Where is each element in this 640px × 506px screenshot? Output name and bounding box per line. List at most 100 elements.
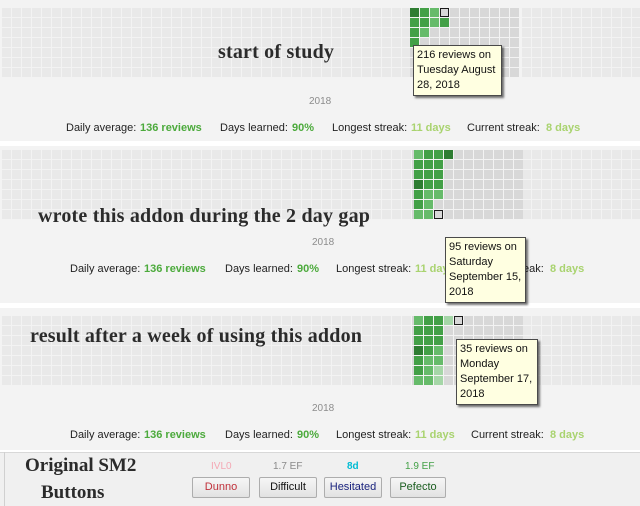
- heatmap-day-cell[interactable]: [474, 190, 483, 199]
- heatmap-day-cell[interactable]: [480, 28, 489, 37]
- heatmap-day-cell[interactable]: [514, 200, 523, 209]
- heatmap-day-cell[interactable]: [424, 336, 433, 345]
- heatmap-day-cell[interactable]: [484, 150, 493, 159]
- heatmap-day-cell[interactable]: [414, 200, 423, 209]
- heatmap-day-cell[interactable]: [444, 170, 453, 179]
- heatmap-day-cell[interactable]: [510, 8, 519, 17]
- heatmap-day-cell[interactable]: [504, 150, 513, 159]
- pefecto-button[interactable]: Pefecto: [390, 477, 446, 498]
- heatmap-day-cell[interactable]: [474, 316, 483, 325]
- heatmap-day-cell[interactable]: [460, 8, 469, 17]
- heatmap-day-cell[interactable]: [424, 346, 433, 355]
- heatmap-day-cell[interactable]: [504, 190, 513, 199]
- heatmap-day-cell[interactable]: [514, 170, 523, 179]
- heatmap-day-cell[interactable]: [490, 28, 499, 37]
- heatmap-day-cell[interactable]: [470, 8, 479, 17]
- heatmap-day-cell[interactable]: [434, 376, 443, 385]
- heatmap-day-cell[interactable]: [444, 160, 453, 169]
- heatmap-day-cell[interactable]: [504, 316, 513, 325]
- heatmap-day-cell[interactable]: [484, 180, 493, 189]
- heatmap-day-cell[interactable]: [460, 18, 469, 27]
- heatmap-day-cell[interactable]: [424, 366, 433, 375]
- heatmap-day-cell[interactable]: [464, 200, 473, 209]
- heatmap-day-cell[interactable]: [484, 170, 493, 179]
- heatmap-day-cell[interactable]: [454, 160, 463, 169]
- heatmap-selected-cell[interactable]: [454, 316, 463, 325]
- heatmap-day-cell[interactable]: [504, 326, 513, 335]
- heatmap-day-cell[interactable]: [484, 200, 493, 209]
- heatmap-day-cell[interactable]: [414, 170, 423, 179]
- heatmap-day-cell[interactable]: [414, 326, 423, 335]
- heatmap-day-cell[interactable]: [420, 28, 429, 37]
- heatmap-day-cell[interactable]: [500, 8, 509, 17]
- heatmap-day-cell[interactable]: [444, 346, 453, 355]
- heatmap-day-cell[interactable]: [444, 316, 453, 325]
- heatmap-day-cell[interactable]: [424, 170, 433, 179]
- heatmap-day-cell[interactable]: [494, 190, 503, 199]
- heatmap-day-cell[interactable]: [510, 48, 519, 57]
- heatmap-day-cell[interactable]: [470, 28, 479, 37]
- heatmap-day-cell[interactable]: [444, 356, 453, 365]
- difficult-button[interactable]: Difficult: [259, 477, 317, 498]
- heatmap-day-cell[interactable]: [444, 180, 453, 189]
- heatmap-day-cell[interactable]: [474, 180, 483, 189]
- heatmap-day-cell[interactable]: [474, 210, 483, 219]
- heatmap-day-cell[interactable]: [430, 28, 439, 37]
- heatmap-day-cell[interactable]: [434, 180, 443, 189]
- heatmap-day-cell[interactable]: [510, 28, 519, 37]
- heatmap-day-cell[interactable]: [450, 8, 459, 17]
- heatmap-day-cell[interactable]: [434, 200, 443, 209]
- heatmap-day-cell[interactable]: [410, 18, 419, 27]
- heatmap-day-cell[interactable]: [504, 180, 513, 189]
- heatmap-day-cell[interactable]: [490, 18, 499, 27]
- heatmap-day-cell[interactable]: [464, 150, 473, 159]
- heatmap-day-cell[interactable]: [440, 18, 449, 27]
- heatmap-day-cell[interactable]: [494, 316, 503, 325]
- heatmap-day-cell[interactable]: [414, 190, 423, 199]
- heatmap-day-cell[interactable]: [450, 28, 459, 37]
- heatmap-day-cell[interactable]: [514, 190, 523, 199]
- heatmap-day-cell[interactable]: [434, 190, 443, 199]
- heatmap-selected-cell[interactable]: [440, 8, 449, 17]
- heatmap-day-cell[interactable]: [464, 180, 473, 189]
- heatmap-day-cell[interactable]: [480, 8, 489, 17]
- heatmap-day-cell[interactable]: [464, 190, 473, 199]
- heatmap-day-cell[interactable]: [504, 210, 513, 219]
- heatmap-day-cell[interactable]: [510, 58, 519, 67]
- heatmap-day-cell[interactable]: [484, 160, 493, 169]
- heatmap-day-cell[interactable]: [514, 150, 523, 159]
- heatmap-day-cell[interactable]: [414, 346, 423, 355]
- heatmap-day-cell[interactable]: [504, 160, 513, 169]
- heatmap-day-cell[interactable]: [464, 326, 473, 335]
- heatmap-day-cell[interactable]: [510, 68, 519, 77]
- heatmap-day-cell[interactable]: [424, 200, 433, 209]
- heatmap-day-cell[interactable]: [514, 180, 523, 189]
- heatmap-day-cell[interactable]: [414, 210, 423, 219]
- heatmap-day-cell[interactable]: [510, 18, 519, 27]
- heatmap-day-cell[interactable]: [484, 316, 493, 325]
- heatmap-day-cell[interactable]: [474, 160, 483, 169]
- heatmap-day-cell[interactable]: [410, 28, 419, 37]
- heatmap-day-cell[interactable]: [484, 210, 493, 219]
- heatmap-day-cell[interactable]: [424, 316, 433, 325]
- heatmap-day-cell[interactable]: [494, 170, 503, 179]
- heatmap-day-cell[interactable]: [494, 210, 503, 219]
- heatmap-day-cell[interactable]: [434, 346, 443, 355]
- heatmap-day-cell[interactable]: [444, 190, 453, 199]
- heatmap-day-cell[interactable]: [414, 316, 423, 325]
- heatmap-day-cell[interactable]: [414, 180, 423, 189]
- heatmap-day-cell[interactable]: [514, 210, 523, 219]
- heatmap-day-cell[interactable]: [444, 326, 453, 335]
- heatmap-day-cell[interactable]: [450, 18, 459, 27]
- heatmap-day-cell[interactable]: [454, 150, 463, 159]
- heatmap-day-cell[interactable]: [454, 326, 463, 335]
- heatmap-day-cell[interactable]: [474, 170, 483, 179]
- heatmap-day-cell[interactable]: [424, 376, 433, 385]
- heatmap-day-cell[interactable]: [420, 18, 429, 27]
- heatmap-day-cell[interactable]: [464, 170, 473, 179]
- heatmap-day-cell[interactable]: [444, 366, 453, 375]
- heatmap-day-cell[interactable]: [414, 336, 423, 345]
- heatmap-day-cell[interactable]: [430, 8, 439, 17]
- heatmap-day-cell[interactable]: [454, 200, 463, 209]
- heatmap-day-cell[interactable]: [434, 366, 443, 375]
